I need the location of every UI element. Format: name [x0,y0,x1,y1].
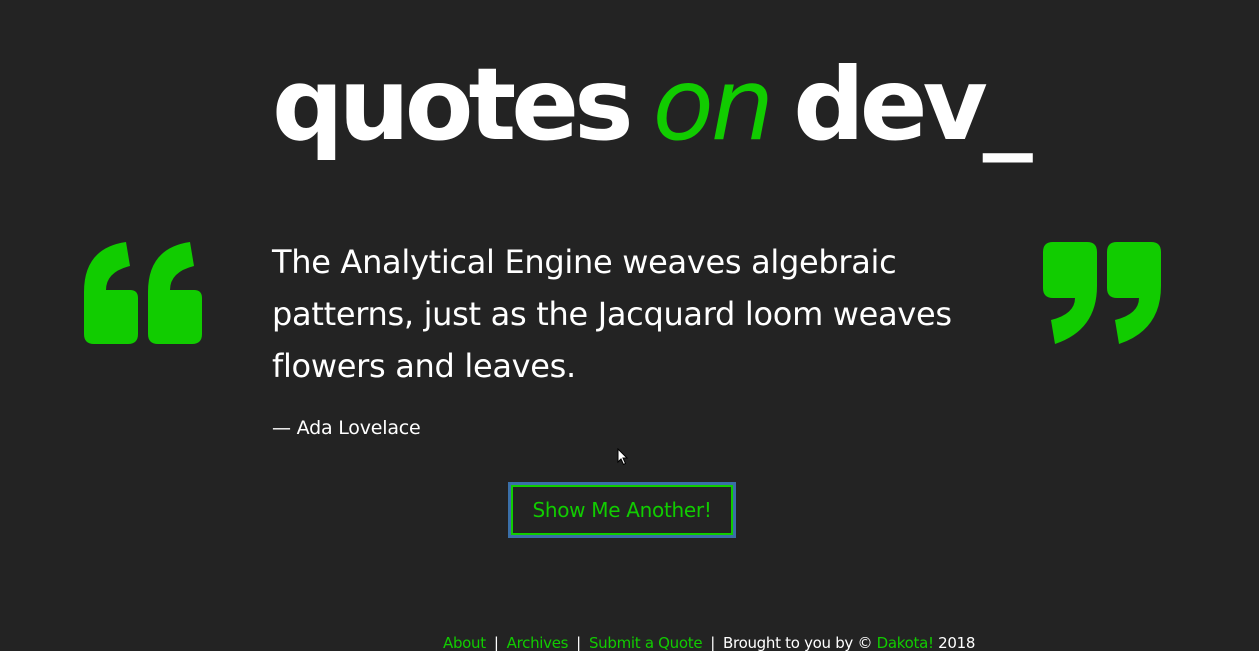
footer-separator: | [710,634,716,651]
footer-link-about[interactable]: About [443,634,486,651]
footer-year: 2018 [938,634,976,651]
quote-text: The Analytical Engine weaves algebraic p… [272,243,952,385]
footer-link-archives[interactable]: Archives [507,634,569,651]
footer-credit-text: Brought to you by © [723,634,873,651]
footer-separator: | [576,634,581,651]
open-quote-icon [84,242,202,344]
mouse-pointer-icon [617,448,629,466]
footer-link-author[interactable]: Dakota! [877,634,934,651]
title-word-dev: dev_ [793,46,1033,163]
show-another-button[interactable]: Show Me Another! [508,482,736,538]
footer-separator: | [493,634,499,651]
title-word-on: on [652,46,775,163]
site-title: quotes on dev_ [272,40,1033,170]
close-quote-icon [1043,242,1161,344]
page: quotes on dev_ The Analytical Engine wea… [0,0,1259,651]
footer-link-submit-quote[interactable]: Submit a Quote [589,634,703,651]
quote-author: — Ada Lovelace [272,417,421,439]
title-word-quotes: quotes [272,46,634,163]
footer: About | Archives | Submit a Quote | Brought to… [443,632,975,651]
